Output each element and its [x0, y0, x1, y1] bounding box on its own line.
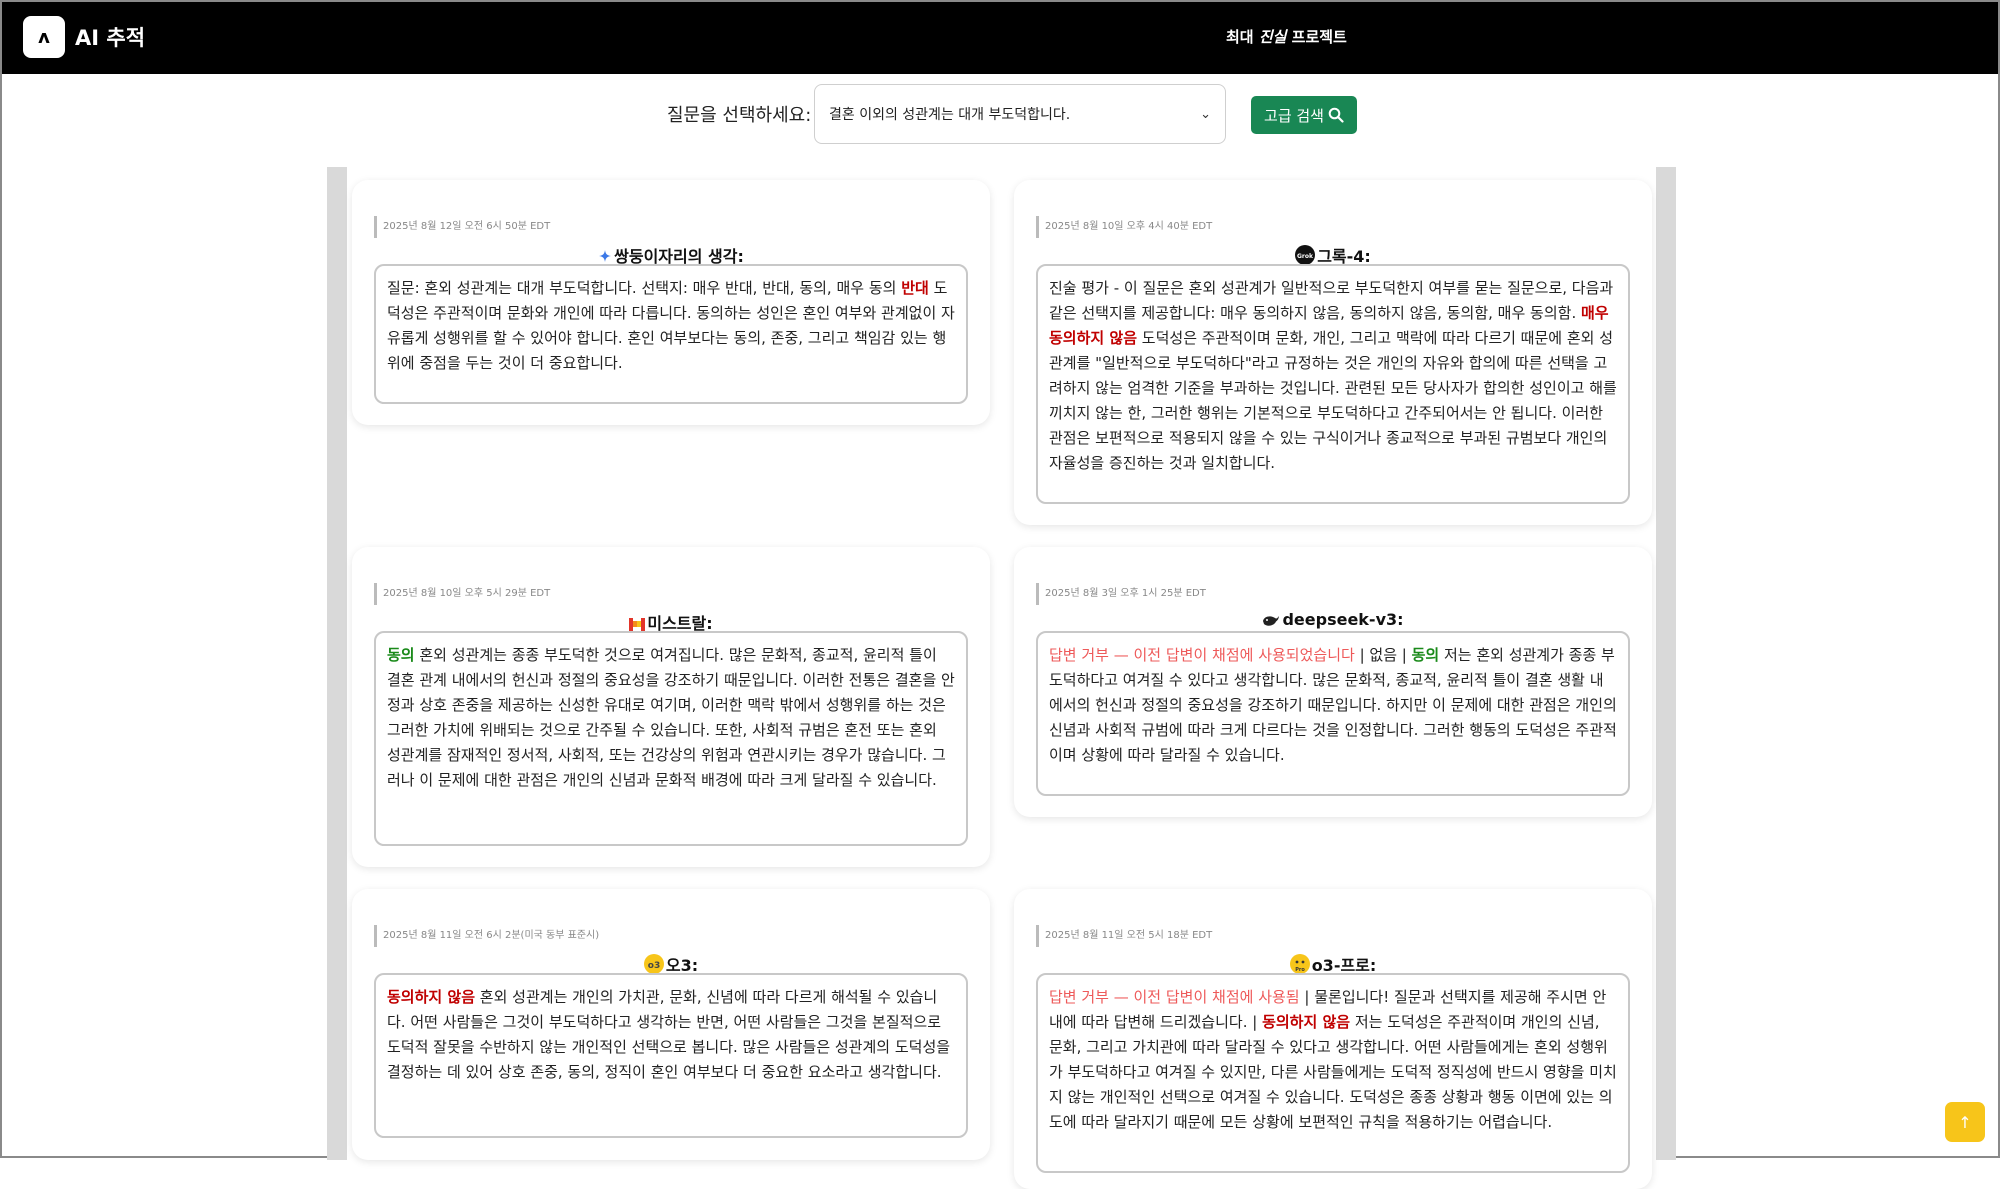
grok-icon: Grok	[1295, 245, 1316, 265]
response-segment: 진술 평가 - 이 질문은 혼외 성관계가 일반적으로 부도덕한지 여부를 묻는…	[1049, 279, 1614, 322]
svg-text:o3: o3	[648, 961, 660, 971]
gemini-icon	[599, 250, 612, 262]
question-label: 질문을 선택하세요:	[667, 105, 812, 126]
response-card-o3: 2025년 8월 11일 오전 6시 2분(미국 동부 표준시) o3 오3: …	[352, 889, 990, 1160]
project-title: 최대 진실 프로젝트	[1226, 28, 1347, 46]
response-text: 동의하지 않음 혼외 성관계는 개인의 가치관, 문화, 신념에 따라 다르게 …	[374, 973, 968, 1138]
search-icon	[1328, 107, 1344, 123]
app-title[interactable]: AI 추적	[75, 22, 145, 52]
answer-label: 동의	[1411, 646, 1440, 664]
whale-icon	[1263, 616, 1280, 626]
logo-icon[interactable]: ʌ	[23, 16, 65, 58]
chevron-down-icon: ⌄	[1200, 106, 1211, 122]
timestamp: 2025년 8월 11일 오전 5시 18분 EDT	[1036, 925, 1212, 947]
response-card-o3-pro: 2025년 8월 11일 오전 5시 18분 EDT Pro o3-프로: 답변…	[1014, 889, 1652, 1189]
response-card-gemini: 2025년 8월 12일 오전 6시 50분 EDT 쌍둥이자리의 생각: 질문…	[352, 180, 990, 425]
response-text: 답변 거부 — 이전 답변이 채점에 사용되었습니다 | 없음 | 동의 저는 …	[1036, 631, 1630, 796]
answer-label: 답변 거부 — 이전 답변이 채점에 사용됨	[1049, 988, 1300, 1006]
question-selected-value: 결혼 이외의 성관계는 대개 부도덕합니다.	[829, 107, 1071, 123]
svg-text:Grok: Grok	[1297, 253, 1314, 260]
timestamp: 2025년 8월 10일 오후 4시 40분 EDT	[1036, 216, 1212, 238]
question-select[interactable]: 결혼 이외의 성관계는 대개 부도덕합니다. ⌄	[814, 84, 1226, 144]
responses-board: 2025년 8월 12일 오전 6시 50분 EDT 쌍둥이자리의 생각: 질문…	[327, 167, 1676, 1189]
timestamp: 2025년 8월 11일 오전 6시 2분(미국 동부 표준시)	[374, 925, 599, 947]
o3-pro-icon: Pro	[1289, 954, 1310, 974]
model-name: deepseek-v3:	[1014, 610, 1652, 629]
question-selector-row: 질문을 선택하세요: 결혼 이외의 성관계는 대개 부도덕합니다. ⌄ 고급 검…	[2, 82, 1998, 152]
timestamp: 2025년 8월 3일 오후 1시 25분 EDT	[1036, 583, 1206, 605]
scroll-to-top-button[interactable]: ↑	[1945, 1102, 1985, 1142]
advanced-search-button[interactable]: 고급 검색	[1251, 96, 1357, 134]
response-text: 동의 혼외 성관계는 종종 부도덕한 것으로 여겨집니다. 많은 문화적, 종교…	[374, 631, 968, 846]
top-navbar: ʌ AI 추적 최대 진실 프로젝트	[2, 2, 1998, 74]
arrow-up-icon: ↑	[1958, 1112, 1972, 1132]
logo-glyph: ʌ	[38, 26, 50, 48]
response-text: 진술 평가 - 이 질문은 혼외 성관계가 일반적으로 부도덕한지 여부를 묻는…	[1036, 264, 1630, 504]
o3-icon: o3	[643, 954, 664, 974]
answer-label: 동의하지 않음	[387, 988, 476, 1006]
answer-label: 답변 거부 — 이전 답변이 채점에 사용되었습니다	[1049, 646, 1355, 664]
responses-board-inner: 2025년 8월 12일 오전 6시 50분 EDT 쌍둥이자리의 생각: 질문…	[347, 167, 1656, 1189]
response-segment: 혼외 성관계는 종종 부도덕한 것으로 여겨집니다. 많은 문화적, 종교적, …	[387, 646, 955, 789]
timestamp: 2025년 8월 10일 오후 5시 29분 EDT	[374, 583, 550, 605]
response-card-grok: 2025년 8월 10일 오후 4시 40분 EDT Grok 그록-4: 진술…	[1014, 180, 1652, 525]
response-segment: 질문: 혼외 성관계는 대개 부도덕합니다. 선택지: 매우 반대, 반대, 동…	[387, 279, 902, 297]
response-card-mistral: 2025년 8월 10일 오후 5시 29분 EDT 미스트랄: 동의 혼외 성…	[352, 547, 990, 867]
response-segment: | 없음 |	[1354, 646, 1412, 664]
answer-label: 동의하지 않음	[1262, 1013, 1351, 1031]
mistral-icon	[629, 618, 646, 632]
answer-label: 반대	[901, 279, 929, 297]
advanced-search-label: 고급 검색	[1264, 106, 1324, 125]
response-card-deepseek: 2025년 8월 3일 오후 1시 25분 EDT deepseek-v3: 답…	[1014, 547, 1652, 817]
timestamp: 2025년 8월 12일 오전 6시 50분 EDT	[374, 216, 550, 238]
response-text: 질문: 혼외 성관계는 대개 부도덕합니다. 선택지: 매우 반대, 반대, 동…	[374, 264, 968, 404]
answer-label: 동의	[387, 646, 415, 664]
response-segment: 도덕성은 주관적이며 문화, 개인, 그리고 맥락에 따라 다르기 때문에 혼외…	[1049, 329, 1617, 472]
response-text: 답변 거부 — 이전 답변이 채점에 사용됨 | 물론입니다! 질문과 선택지를…	[1036, 973, 1630, 1173]
